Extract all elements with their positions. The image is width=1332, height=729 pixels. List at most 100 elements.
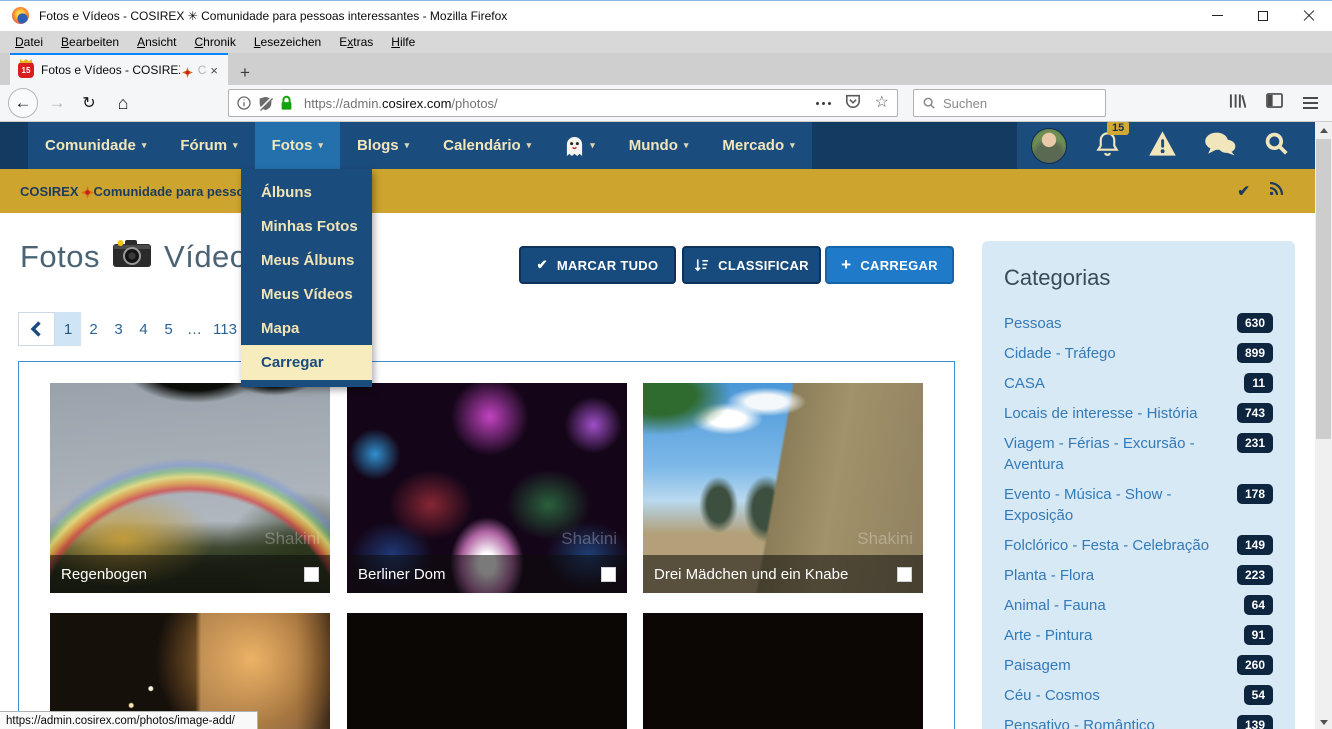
category-link[interactable]: Evento - Música - Show - Exposição: [1004, 484, 1237, 526]
page-scrollbar[interactable]: [1315, 122, 1332, 729]
category-link[interactable]: Pensativo - Romântico: [1004, 715, 1165, 729]
bookmark-star-icon[interactable]: ☆: [875, 95, 889, 111]
reload-button[interactable]: ↻: [76, 90, 102, 116]
tab-favicon-icon: 15: [18, 62, 34, 78]
nav-mercado[interactable]: Mercado▾: [705, 122, 811, 169]
nav-fotos[interactable]: Fotos▾: [255, 122, 340, 169]
category-link[interactable]: Céu - Cosmos: [1004, 685, 1110, 706]
categories-sidebar: Categorias Pessoas630 Cidade - Tráfego89…: [982, 241, 1295, 729]
photo-select-checkbox[interactable]: [601, 567, 616, 582]
menu-hamburger-icon[interactable]: [1303, 97, 1318, 109]
home-button[interactable]: ⌂: [110, 90, 136, 116]
mark-all-button[interactable]: ✔ MARCAR TUDO: [519, 246, 676, 284]
photo-card[interactable]: [643, 613, 923, 729]
category-link[interactable]: Animal - Fauna: [1004, 595, 1116, 616]
category-count-badge: 260: [1237, 655, 1273, 675]
category-row: Planta - Flora223: [1004, 565, 1273, 586]
url-scheme: https://admin.: [304, 96, 382, 111]
menu-hilfe[interactable]: Hilfe: [382, 33, 424, 51]
pagination-page[interactable]: 2: [81, 312, 106, 346]
pocket-icon[interactable]: [845, 93, 861, 114]
pagination-page[interactable]: 3: [106, 312, 131, 346]
photo-card[interactable]: Shakini Drei Mädchen und ein Knabe: [643, 383, 923, 593]
category-link[interactable]: Paisagem: [1004, 655, 1081, 676]
chevron-down-icon: ▾: [233, 140, 238, 151]
pagination-prev-button[interactable]: [18, 312, 55, 346]
sidebar-toggle-icon[interactable]: [1266, 93, 1283, 113]
scroll-up-arrow-icon[interactable]: [1315, 122, 1332, 138]
photo-select-checkbox[interactable]: [304, 567, 319, 582]
plus-icon: +: [841, 255, 851, 275]
category-link[interactable]: Pessoas: [1004, 313, 1072, 334]
category-link[interactable]: Cidade - Tráfego: [1004, 343, 1126, 364]
back-button[interactable]: ←: [8, 88, 38, 118]
category-link[interactable]: Planta - Flora: [1004, 565, 1104, 586]
notifications-button[interactable]: 15: [1094, 130, 1121, 162]
nav-comunidade[interactable]: Comunidade▾: [28, 122, 163, 169]
photo-card[interactable]: Shakini Regenbogen: [50, 383, 330, 593]
category-row: Arte - Pintura91: [1004, 625, 1273, 646]
new-tab-button[interactable]: +: [240, 64, 250, 81]
category-link[interactable]: Viagem - Férias - Excursão - Aventura: [1004, 433, 1237, 475]
minimize-button[interactable]: [1194, 1, 1240, 30]
scroll-down-arrow-icon[interactable]: [1315, 714, 1332, 729]
menu-bearbeiten[interactable]: Bearbeiten: [52, 33, 128, 51]
dropdown-mapa[interactable]: Mapa: [241, 311, 372, 345]
alerts-button[interactable]: [1148, 130, 1177, 162]
pagination-ellipsis: …: [181, 321, 208, 338]
search-bar[interactable]: [913, 89, 1106, 117]
category-link[interactable]: Arte - Pintura: [1004, 625, 1102, 646]
dropdown-carregar[interactable]: Carregar: [241, 345, 372, 380]
pagination-page[interactable]: 4: [131, 312, 156, 346]
sort-button[interactable]: CLASSIFICAR: [682, 246, 821, 284]
content-blocking-shield-icon[interactable]: [258, 96, 273, 111]
nav-filler: [812, 122, 1017, 169]
photo-card[interactable]: [347, 613, 627, 729]
close-button[interactable]: [1286, 1, 1332, 30]
dropdown-minhas-fotos[interactable]: Minhas Fotos: [241, 209, 372, 243]
pagination-page[interactable]: 5: [156, 312, 181, 346]
browser-window: Fotos e Vídeos - COSIREX ✳ Comunidade pa…: [0, 0, 1332, 729]
active-tab[interactable]: 15 Fotos e Vídeos - COSIREX C ×: [10, 53, 228, 85]
scrollbar-thumb[interactable]: [1316, 139, 1331, 439]
site-search-button[interactable]: [1263, 130, 1289, 161]
messages-button[interactable]: [1204, 131, 1236, 161]
category-link[interactable]: Locais de interesse - História: [1004, 403, 1207, 424]
dropdown-albuns[interactable]: Álbuns: [241, 175, 372, 209]
photo-watermark: Shakini: [857, 529, 913, 549]
https-lock-icon[interactable]: [280, 95, 293, 111]
menu-extras[interactable]: Extras: [330, 33, 382, 51]
dropdown-meus-videos[interactable]: Meus Vídeos: [241, 277, 372, 311]
pagination-page-current[interactable]: 1: [55, 312, 81, 346]
category-link[interactable]: Folclórico - Festa - Celebração: [1004, 535, 1219, 556]
maximize-button[interactable]: [1240, 1, 1286, 30]
nav-forum[interactable]: Fórum▾: [163, 122, 254, 169]
nav-calendario[interactable]: Calendário▾: [426, 122, 548, 169]
tab-close-icon[interactable]: ×: [206, 63, 222, 78]
photo-card[interactable]: Shakini Berliner Dom: [347, 383, 627, 593]
library-icon[interactable]: [1229, 93, 1246, 114]
page-actions-icon[interactable]: [816, 102, 831, 105]
cosirex-star-icon: [182, 65, 193, 76]
menu-ansicht[interactable]: Ansicht: [128, 33, 185, 51]
menu-datei[interactable]: Datei: [6, 33, 52, 51]
menu-lesezeichen[interactable]: Lesezeichen: [245, 33, 330, 51]
nav-mundo[interactable]: Mundo▾: [612, 122, 706, 169]
url-bar[interactable]: https://admin.cosirex.com/photos/ ☆: [228, 89, 898, 117]
menu-chronik[interactable]: Chronik: [185, 33, 244, 51]
photo-title: Berliner Dom: [358, 566, 446, 583]
category-row: Viagem - Férias - Excursão - Aventura231: [1004, 433, 1273, 475]
photo-select-checkbox[interactable]: [897, 567, 912, 582]
search-input[interactable]: [943, 96, 1083, 111]
banner-check-icon[interactable]: ✔: [1237, 182, 1250, 200]
user-avatar[interactable]: [1031, 128, 1067, 164]
category-link[interactable]: CASA: [1004, 373, 1055, 394]
rss-icon[interactable]: [1268, 180, 1285, 202]
info-icon[interactable]: [237, 96, 251, 110]
upload-button[interactable]: + CARREGAR: [825, 246, 954, 284]
nav-mascot[interactable]: ▾: [548, 122, 612, 169]
dropdown-meus-albuns[interactable]: Meus Álbuns: [241, 243, 372, 277]
pagination-page-last[interactable]: 113: [208, 312, 242, 346]
menu-bar: Datei Bearbeiten Ansicht Chronik Lesezei…: [0, 31, 1332, 53]
nav-blogs[interactable]: Blogs▾: [340, 122, 426, 169]
